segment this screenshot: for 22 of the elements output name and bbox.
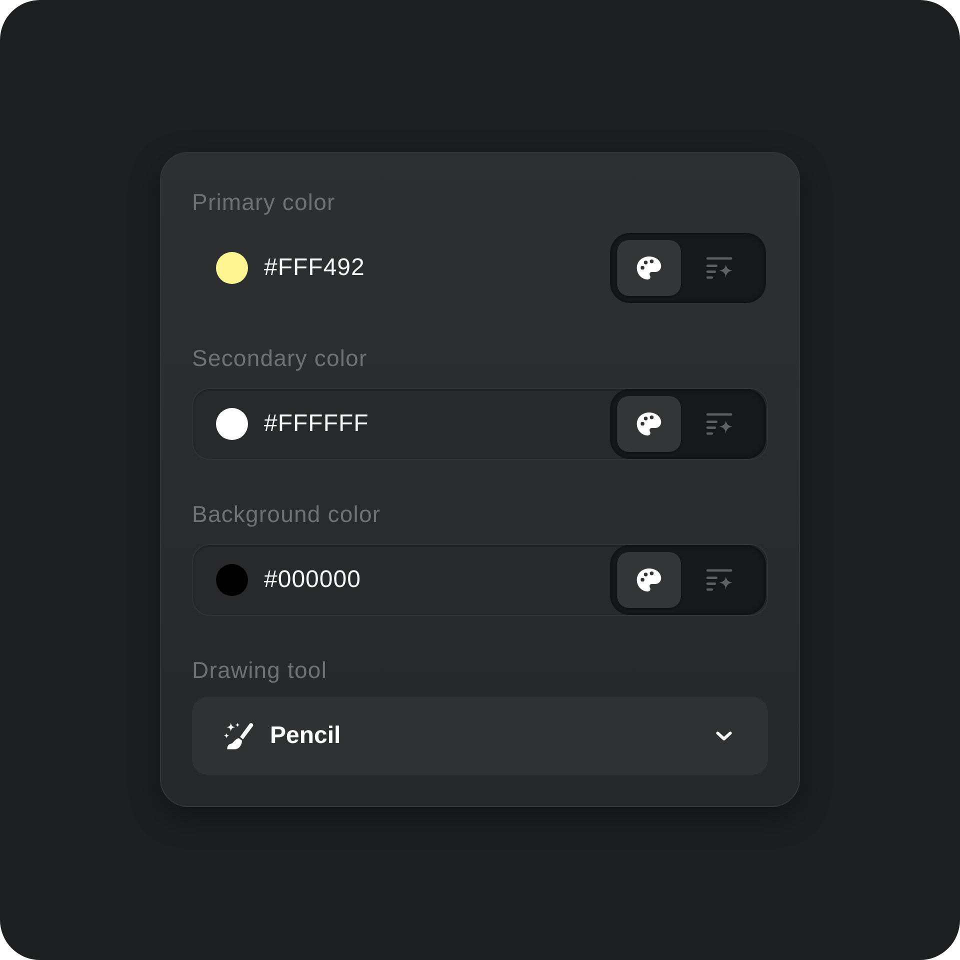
field-label: Secondary color [192, 344, 368, 372]
color-swatch-icon[interactable] [216, 408, 248, 440]
chevron-down-icon [716, 731, 732, 741]
palette-icon [636, 412, 662, 436]
palette-mode-button[interactable] [617, 240, 681, 296]
field-label: Primary color [192, 188, 336, 216]
color-swatch-icon[interactable] [216, 564, 248, 596]
sparkle-list-icon [706, 413, 734, 435]
field-label: Drawing tool [192, 656, 328, 684]
palette-icon [636, 568, 662, 592]
palette-icon [636, 256, 662, 280]
sparkle-list-icon [706, 257, 734, 279]
hex-value[interactable]: #000000 [264, 566, 610, 594]
hex-value[interactable]: #FFFFFF [264, 410, 610, 438]
hex-value[interactable]: #FFF492 [264, 254, 610, 282]
brush-sparkles-icon [224, 722, 254, 750]
sparkle-list-icon [706, 569, 734, 591]
color-swatch-icon[interactable] [216, 252, 248, 284]
drawing-tool-dropdown[interactable]: Pencil [192, 697, 768, 775]
field-label: Background color [192, 500, 382, 528]
palette-mode-button[interactable] [617, 396, 681, 452]
palette-mode-button[interactable] [617, 552, 681, 608]
